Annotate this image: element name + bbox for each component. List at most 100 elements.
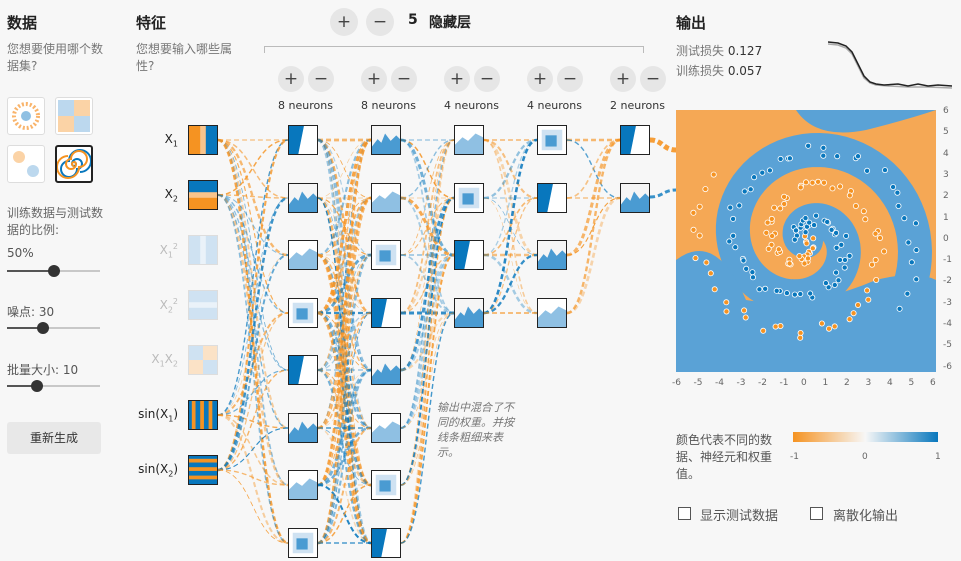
weight-link[interactable] bbox=[400, 139, 455, 371]
show-test-data-checkbox[interactable] bbox=[678, 507, 691, 520]
weight-link[interactable] bbox=[317, 311, 372, 487]
weight-link[interactable] bbox=[217, 414, 289, 486]
dataset-circle[interactable] bbox=[7, 97, 45, 135]
weight-link[interactable] bbox=[317, 427, 372, 544]
weight-link[interactable] bbox=[217, 369, 289, 471]
weight-link[interactable] bbox=[317, 139, 372, 199]
weight-link[interactable] bbox=[317, 197, 372, 371]
neuron-node[interactable] bbox=[288, 125, 318, 155]
weight-link[interactable] bbox=[217, 194, 289, 371]
remove-neuron-button[interactable]: − bbox=[308, 66, 334, 92]
weight-link[interactable] bbox=[400, 139, 455, 314]
weight-link[interactable] bbox=[317, 254, 372, 371]
weight-link[interactable] bbox=[317, 139, 372, 486]
feature-node[interactable] bbox=[188, 290, 218, 320]
weight-link[interactable] bbox=[317, 368, 372, 487]
weight-link[interactable] bbox=[317, 196, 372, 487]
weight-link[interactable] bbox=[217, 194, 289, 199]
neuron-node[interactable] bbox=[288, 470, 318, 500]
weight-link[interactable] bbox=[317, 138, 372, 545]
weight-link[interactable] bbox=[400, 253, 455, 372]
weight-link[interactable] bbox=[217, 139, 289, 199]
feature-node[interactable] bbox=[188, 180, 218, 210]
weight-link[interactable] bbox=[400, 139, 455, 256]
weight-link[interactable] bbox=[483, 197, 538, 314]
weight-link[interactable] bbox=[317, 369, 372, 429]
weight-link[interactable] bbox=[400, 139, 455, 199]
noise-slider[interactable] bbox=[7, 322, 100, 334]
weight-link[interactable] bbox=[400, 138, 455, 257]
weight-link[interactable] bbox=[483, 197, 538, 314]
weight-link[interactable] bbox=[400, 196, 455, 430]
add-neuron-button[interactable]: + bbox=[610, 66, 636, 92]
weight-link[interactable] bbox=[317, 254, 372, 486]
weight-link[interactable] bbox=[217, 413, 289, 545]
weight-link[interactable] bbox=[317, 253, 372, 545]
weight-link[interactable] bbox=[317, 196, 372, 545]
regenerate-button[interactable]: 重新生成 bbox=[7, 422, 101, 454]
weight-link[interactable] bbox=[317, 197, 372, 486]
weight-link[interactable] bbox=[317, 197, 372, 314]
batch-slider-knob[interactable] bbox=[31, 380, 43, 392]
weight-link[interactable] bbox=[217, 312, 289, 416]
neuron-node[interactable] bbox=[454, 125, 484, 155]
weight-link[interactable] bbox=[483, 138, 538, 200]
add-neuron-button[interactable]: + bbox=[444, 66, 470, 92]
weight-link[interactable] bbox=[317, 197, 372, 256]
dataset-xor[interactable] bbox=[55, 97, 93, 135]
neuron-node[interactable] bbox=[537, 183, 567, 213]
weight-link[interactable] bbox=[217, 139, 289, 416]
dataset-spiral[interactable] bbox=[55, 145, 93, 183]
feature-node[interactable] bbox=[188, 235, 218, 265]
weight-link[interactable] bbox=[400, 197, 455, 314]
remove-neuron-button[interactable]: − bbox=[474, 66, 500, 92]
neuron-node[interactable] bbox=[620, 125, 650, 155]
weight-link[interactable] bbox=[217, 427, 289, 471]
weight-link[interactable] bbox=[566, 139, 621, 199]
weight-link[interactable] bbox=[317, 254, 372, 429]
weight-link[interactable] bbox=[317, 484, 372, 544]
neuron-node[interactable] bbox=[371, 183, 401, 213]
weight-link[interactable] bbox=[217, 469, 289, 544]
add-layer-button[interactable]: + bbox=[330, 8, 358, 36]
add-neuron-button[interactable]: + bbox=[361, 66, 387, 92]
weight-link[interactable] bbox=[483, 253, 538, 315]
weight-link[interactable] bbox=[400, 139, 455, 199]
weight-link[interactable] bbox=[483, 139, 538, 256]
weight-link[interactable] bbox=[317, 139, 372, 256]
weight-link[interactable] bbox=[317, 254, 372, 429]
weight-link[interactable] bbox=[317, 138, 372, 315]
weight-link[interactable] bbox=[566, 197, 621, 256]
weight-link[interactable] bbox=[217, 139, 289, 314]
weight-link[interactable] bbox=[217, 469, 289, 486]
neuron-node[interactable] bbox=[288, 528, 318, 558]
weight-link[interactable] bbox=[649, 188, 677, 199]
show-test-data-label[interactable]: 显示测试数据 bbox=[700, 505, 778, 524]
neuron-node[interactable] bbox=[537, 298, 567, 328]
weight-link[interactable] bbox=[217, 138, 289, 472]
weight-link[interactable] bbox=[317, 483, 372, 545]
neuron-node[interactable] bbox=[537, 240, 567, 270]
weight-link[interactable] bbox=[217, 194, 289, 429]
noise-slider-knob[interactable] bbox=[37, 322, 49, 334]
weight-link[interactable] bbox=[400, 197, 455, 256]
remove-neuron-button[interactable]: − bbox=[391, 66, 417, 92]
weight-link[interactable] bbox=[483, 138, 538, 315]
weight-link[interactable] bbox=[566, 139, 621, 199]
weight-link[interactable] bbox=[317, 139, 372, 544]
weight-link[interactable] bbox=[317, 312, 372, 544]
weight-link[interactable] bbox=[217, 194, 289, 314]
add-neuron-button[interactable]: + bbox=[278, 66, 304, 92]
weight-link[interactable] bbox=[483, 197, 538, 256]
batch-slider[interactable] bbox=[7, 380, 100, 392]
weight-link[interactable] bbox=[317, 368, 372, 545]
feature-node[interactable] bbox=[188, 455, 218, 485]
weight-link[interactable] bbox=[217, 312, 289, 471]
weight-link[interactable] bbox=[400, 139, 455, 314]
weight-link[interactable] bbox=[400, 254, 455, 544]
weight-link[interactable] bbox=[483, 139, 538, 314]
feature-node[interactable] bbox=[188, 125, 218, 155]
neuron-node[interactable] bbox=[371, 413, 401, 443]
weight-link[interactable] bbox=[317, 312, 372, 371]
neuron-node[interactable] bbox=[371, 298, 401, 328]
